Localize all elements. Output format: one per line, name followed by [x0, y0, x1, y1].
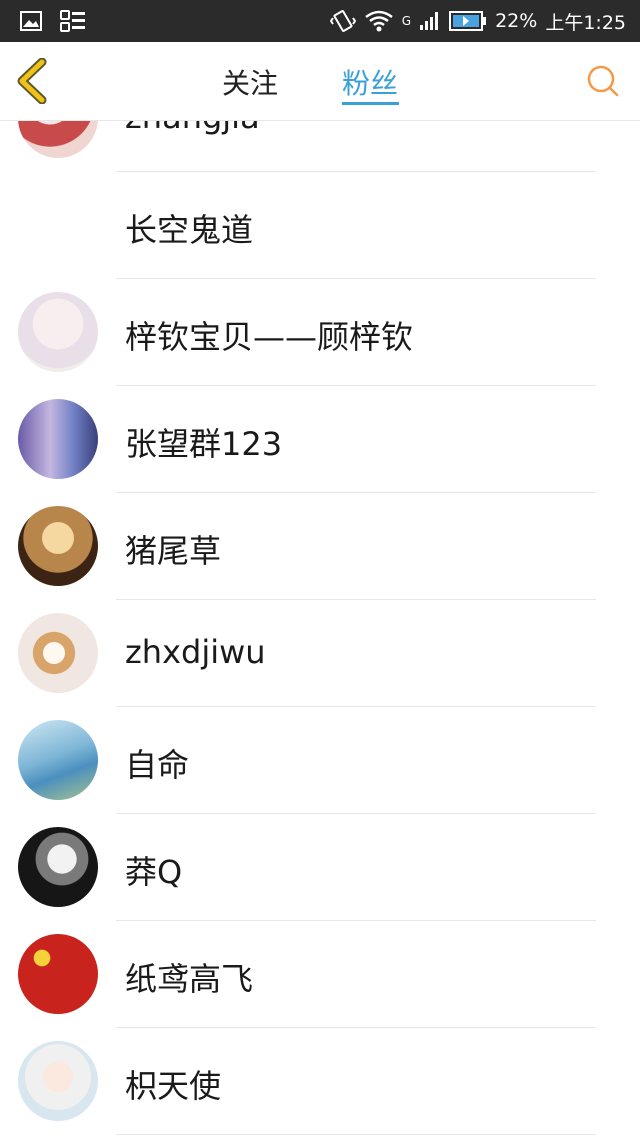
back-button[interactable]: [12, 57, 56, 105]
avatar[interactable]: [18, 399, 98, 479]
network-type-label: G: [401, 14, 412, 28]
list-item[interactable]: zhxdjiwu: [18, 600, 596, 707]
active-tab-indicator: [342, 102, 399, 105]
tab-fans[interactable]: 粉丝: [342, 62, 398, 102]
status-bar-right: G 22% 上午1:25: [329, 8, 626, 34]
search-button[interactable]: [586, 64, 620, 98]
vibrate-icon: [329, 8, 356, 34]
signal-icon: [419, 11, 441, 31]
avatar[interactable]: [18, 1041, 98, 1121]
avatar[interactable]: [18, 121, 98, 158]
list-item[interactable]: zhangjia: [18, 121, 596, 172]
app-notification-icon: [60, 9, 86, 33]
follower-name: 纸鸢高飞: [125, 960, 254, 998]
follower-name: zhxdjiwu: [125, 633, 266, 671]
status-bar: G 22% 上午1:25: [0, 0, 640, 42]
follower-name: 张望群123: [125, 425, 283, 463]
top-navigation-bar: 关注 粉丝: [0, 42, 640, 121]
wifi-icon: [364, 9, 394, 33]
follower-name: 长空鬼道: [125, 211, 254, 249]
avatar[interactable]: [18, 292, 98, 372]
follower-list[interactable]: zhangjia 长空鬼道 梓钦宝贝——顾梓钦 张望群123 猪尾草 zhxdj…: [0, 121, 640, 1138]
follower-name: 莽Q: [125, 853, 183, 891]
follower-name: 自命: [125, 746, 190, 784]
follower-name: zhangjia: [125, 121, 260, 136]
list-item[interactable]: 张望群123: [18, 386, 596, 493]
list-item[interactable]: 梓钦宝贝——顾梓钦: [18, 279, 596, 386]
list-item[interactable]: 猪尾草: [18, 493, 596, 600]
clock: 上午1:25: [545, 11, 626, 34]
tab-follow[interactable]: 关注: [222, 62, 278, 102]
list-item[interactable]: 枳天使: [18, 1028, 596, 1135]
status-bar-left: [20, 8, 86, 34]
follower-list-content: zhangjia 长空鬼道 梓钦宝贝——顾梓钦 张望群123 猪尾草 zhxdj…: [0, 121, 640, 1135]
battery-percent: 22%: [495, 10, 538, 32]
list-item[interactable]: 自命: [18, 707, 596, 814]
avatar[interactable]: [18, 720, 98, 800]
list-item[interactable]: 莽Q: [18, 814, 596, 921]
avatar[interactable]: [18, 506, 98, 586]
search-icon: [586, 65, 620, 102]
follower-name: 猪尾草: [125, 532, 222, 570]
chevron-left-icon: [12, 57, 56, 108]
gallery-icon: [20, 11, 42, 31]
battery-icon: [449, 10, 487, 32]
list-item[interactable]: 长空鬼道: [116, 172, 596, 279]
list-item[interactable]: 纸鸢高飞: [18, 921, 596, 1028]
follower-name: 枳天使: [125, 1067, 222, 1105]
avatar[interactable]: [18, 827, 98, 907]
avatar[interactable]: [18, 934, 98, 1014]
avatar[interactable]: [18, 613, 98, 693]
follower-name: 梓钦宝贝——顾梓钦: [125, 318, 414, 356]
